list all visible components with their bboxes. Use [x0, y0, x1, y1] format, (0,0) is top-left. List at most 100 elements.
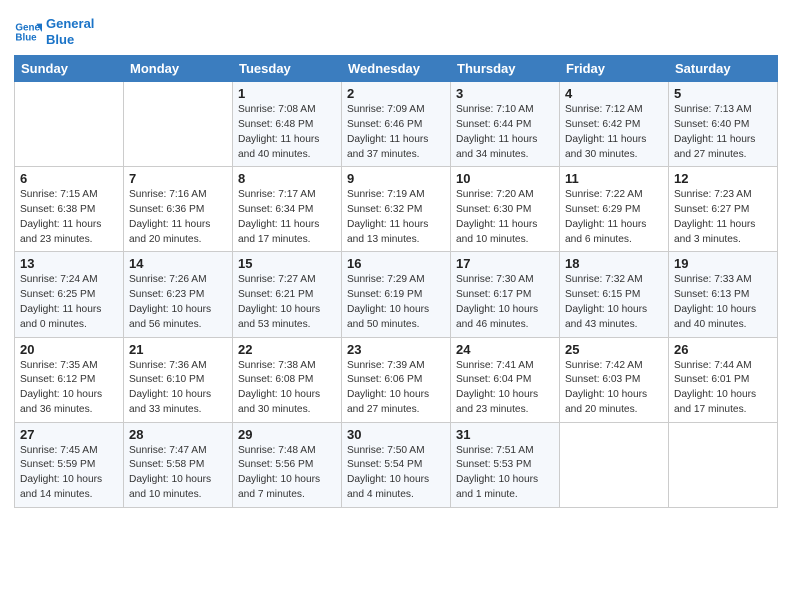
week-row-4: 20 Sunrise: 7:35 AM Sunset: 6:12 PM Dayli… — [15, 337, 778, 422]
calendar-cell: 4 Sunrise: 7:12 AM Sunset: 6:42 PM Daylig… — [560, 82, 669, 167]
day-info: Sunrise: 7:09 AM Sunset: 6:46 PM Dayligh… — [347, 103, 445, 162]
day-info: Sunrise: 7:27 AM Sunset: 6:21 PM Dayligh… — [238, 273, 336, 332]
calendar-cell: 29 Sunrise: 7:48 AM Sunset: 5:56 PM Dayli… — [233, 422, 342, 507]
day-info: Sunrise: 7:33 AM Sunset: 6:13 PM Dayligh… — [674, 273, 772, 332]
calendar-cell: 8Sunrise: 7:17 AM Sunset: 6:34 PM Daylig… — [233, 167, 342, 252]
calendar-cell: 3Sunrise: 7:10 AM Sunset: 6:44 PM Daylig… — [451, 82, 560, 167]
logo-icon: General Blue — [14, 18, 42, 46]
day-number: 19 — [674, 256, 772, 271]
day-info: Sunrise: 7:36 AM Sunset: 6:10 PM Dayligh… — [129, 359, 227, 418]
day-number: 13 — [20, 256, 118, 271]
logo: General Blue General Blue — [14, 16, 94, 47]
calendar-cell: 6Sunrise: 7:15 AM Sunset: 6:38 PM Daylig… — [15, 167, 124, 252]
calendar-cell — [15, 82, 124, 167]
day-info: Sunrise: 7:23 AM Sunset: 6:27 PM Dayligh… — [674, 188, 772, 247]
calendar-cell: 11 Sunrise: 7:22 AM Sunset: 6:29 PM Dayli… — [560, 167, 669, 252]
day-info: Sunrise: 7:16 AM Sunset: 6:36 PM Dayligh… — [129, 188, 227, 247]
calendar-cell: 20 Sunrise: 7:35 AM Sunset: 6:12 PM Dayli… — [15, 337, 124, 422]
calendar-cell: 25Sunrise: 7:42 AM Sunset: 6:03 PM Dayli… — [560, 337, 669, 422]
page-header: General Blue General Blue — [14, 10, 778, 47]
week-row-2: 6Sunrise: 7:15 AM Sunset: 6:38 PM Daylig… — [15, 167, 778, 252]
day-info: Sunrise: 7:35 AM Sunset: 6:12 PM Dayligh… — [20, 359, 118, 418]
day-info: Sunrise: 7:22 AM Sunset: 6:29 PM Dayligh… — [565, 188, 663, 247]
day-info: Sunrise: 7:20 AM Sunset: 6:30 PM Dayligh… — [456, 188, 554, 247]
day-info: Sunrise: 7:45 AM Sunset: 5:59 PM Dayligh… — [20, 444, 118, 503]
day-number: 11 — [565, 171, 663, 186]
day-info: Sunrise: 7:51 AM Sunset: 5:53 PM Dayligh… — [456, 444, 554, 503]
weekday-wednesday: Wednesday — [342, 56, 451, 82]
page-container: General Blue General Blue SundayMondayTu… — [0, 0, 792, 522]
day-info: Sunrise: 7:47 AM Sunset: 5:58 PM Dayligh… — [129, 444, 227, 503]
calendar-cell — [560, 422, 669, 507]
day-number: 22 — [238, 342, 336, 357]
week-row-3: 13 Sunrise: 7:24 AM Sunset: 6:25 PM Dayli… — [15, 252, 778, 337]
day-number: 16 — [347, 256, 445, 271]
calendar-cell: 22Sunrise: 7:38 AM Sunset: 6:08 PM Dayli… — [233, 337, 342, 422]
calendar-cell: 10Sunrise: 7:20 AM Sunset: 6:30 PM Dayli… — [451, 167, 560, 252]
calendar-cell: 12 Sunrise: 7:23 AM Sunset: 6:27 PM Dayli… — [669, 167, 778, 252]
calendar-cell: 13 Sunrise: 7:24 AM Sunset: 6:25 PM Dayli… — [15, 252, 124, 337]
day-number: 20 — [20, 342, 118, 357]
weekday-thursday: Thursday — [451, 56, 560, 82]
calendar-cell: 15 Sunrise: 7:27 AM Sunset: 6:21 PM Dayli… — [233, 252, 342, 337]
calendar-cell: 18 Sunrise: 7:32 AM Sunset: 6:15 PM Dayli… — [560, 252, 669, 337]
calendar-cell: 9 Sunrise: 7:19 AM Sunset: 6:32 PM Daylig… — [342, 167, 451, 252]
weekday-tuesday: Tuesday — [233, 56, 342, 82]
calendar-cell: 19 Sunrise: 7:33 AM Sunset: 6:13 PM Dayli… — [669, 252, 778, 337]
day-number: 5 — [674, 86, 772, 101]
weekday-monday: Monday — [124, 56, 233, 82]
weekday-sunday: Sunday — [15, 56, 124, 82]
day-number: 27 — [20, 427, 118, 442]
day-number: 21 — [129, 342, 227, 357]
day-number: 12 — [674, 171, 772, 186]
day-info: Sunrise: 7:29 AM Sunset: 6:19 PM Dayligh… — [347, 273, 445, 332]
calendar-cell: 14 Sunrise: 7:26 AM Sunset: 6:23 PM Dayli… — [124, 252, 233, 337]
day-info: Sunrise: 7:10 AM Sunset: 6:44 PM Dayligh… — [456, 103, 554, 162]
calendar-cell: 17 Sunrise: 7:30 AM Sunset: 6:17 PM Dayli… — [451, 252, 560, 337]
day-number: 23 — [347, 342, 445, 357]
day-info: Sunrise: 7:26 AM Sunset: 6:23 PM Dayligh… — [129, 273, 227, 332]
day-info: Sunrise: 7:13 AM Sunset: 6:40 PM Dayligh… — [674, 103, 772, 162]
week-row-1: 1 Sunrise: 7:08 AM Sunset: 6:48 PM Daylig… — [15, 82, 778, 167]
week-row-5: 27 Sunrise: 7:45 AM Sunset: 5:59 PM Dayli… — [15, 422, 778, 507]
day-info: Sunrise: 7:30 AM Sunset: 6:17 PM Dayligh… — [456, 273, 554, 332]
day-number: 15 — [238, 256, 336, 271]
day-number: 18 — [565, 256, 663, 271]
day-number: 17 — [456, 256, 554, 271]
calendar-cell: 7 Sunrise: 7:16 AM Sunset: 6:36 PM Daylig… — [124, 167, 233, 252]
day-info: Sunrise: 7:44 AM Sunset: 6:01 PM Dayligh… — [674, 359, 772, 418]
day-info: Sunrise: 7:24 AM Sunset: 6:25 PM Dayligh… — [20, 273, 118, 332]
calendar-cell — [669, 422, 778, 507]
calendar-table: SundayMondayTuesdayWednesdayThursdayFrid… — [14, 55, 778, 508]
weekday-header-row: SundayMondayTuesdayWednesdayThursdayFrid… — [15, 56, 778, 82]
day-number: 9 — [347, 171, 445, 186]
day-info: Sunrise: 7:32 AM Sunset: 6:15 PM Dayligh… — [565, 273, 663, 332]
day-info: Sunrise: 7:41 AM Sunset: 6:04 PM Dayligh… — [456, 359, 554, 418]
day-number: 28 — [129, 427, 227, 442]
calendar-cell: 26Sunrise: 7:44 AM Sunset: 6:01 PM Dayli… — [669, 337, 778, 422]
day-info: Sunrise: 7:12 AM Sunset: 6:42 PM Dayligh… — [565, 103, 663, 162]
day-number: 6 — [20, 171, 118, 186]
day-number: 29 — [238, 427, 336, 442]
day-info: Sunrise: 7:17 AM Sunset: 6:34 PM Dayligh… — [238, 188, 336, 247]
day-number: 2 — [347, 86, 445, 101]
day-number: 25 — [565, 342, 663, 357]
day-info: Sunrise: 7:48 AM Sunset: 5:56 PM Dayligh… — [238, 444, 336, 503]
day-number: 1 — [238, 86, 336, 101]
day-number: 31 — [456, 427, 554, 442]
day-info: Sunrise: 7:08 AM Sunset: 6:48 PM Dayligh… — [238, 103, 336, 162]
day-number: 4 — [565, 86, 663, 101]
day-number: 24 — [456, 342, 554, 357]
day-info: Sunrise: 7:39 AM Sunset: 6:06 PM Dayligh… — [347, 359, 445, 418]
calendar-cell: 1 Sunrise: 7:08 AM Sunset: 6:48 PM Daylig… — [233, 82, 342, 167]
day-info: Sunrise: 7:19 AM Sunset: 6:32 PM Dayligh… — [347, 188, 445, 247]
day-number: 14 — [129, 256, 227, 271]
day-number: 7 — [129, 171, 227, 186]
calendar-cell: 23 Sunrise: 7:39 AM Sunset: 6:06 PM Dayli… — [342, 337, 451, 422]
calendar-cell: 30Sunrise: 7:50 AM Sunset: 5:54 PM Dayli… — [342, 422, 451, 507]
weekday-friday: Friday — [560, 56, 669, 82]
calendar-cell — [124, 82, 233, 167]
calendar-cell: 28 Sunrise: 7:47 AM Sunset: 5:58 PM Dayli… — [124, 422, 233, 507]
day-info: Sunrise: 7:50 AM Sunset: 5:54 PM Dayligh… — [347, 444, 445, 503]
calendar-cell: 24 Sunrise: 7:41 AM Sunset: 6:04 PM Dayli… — [451, 337, 560, 422]
